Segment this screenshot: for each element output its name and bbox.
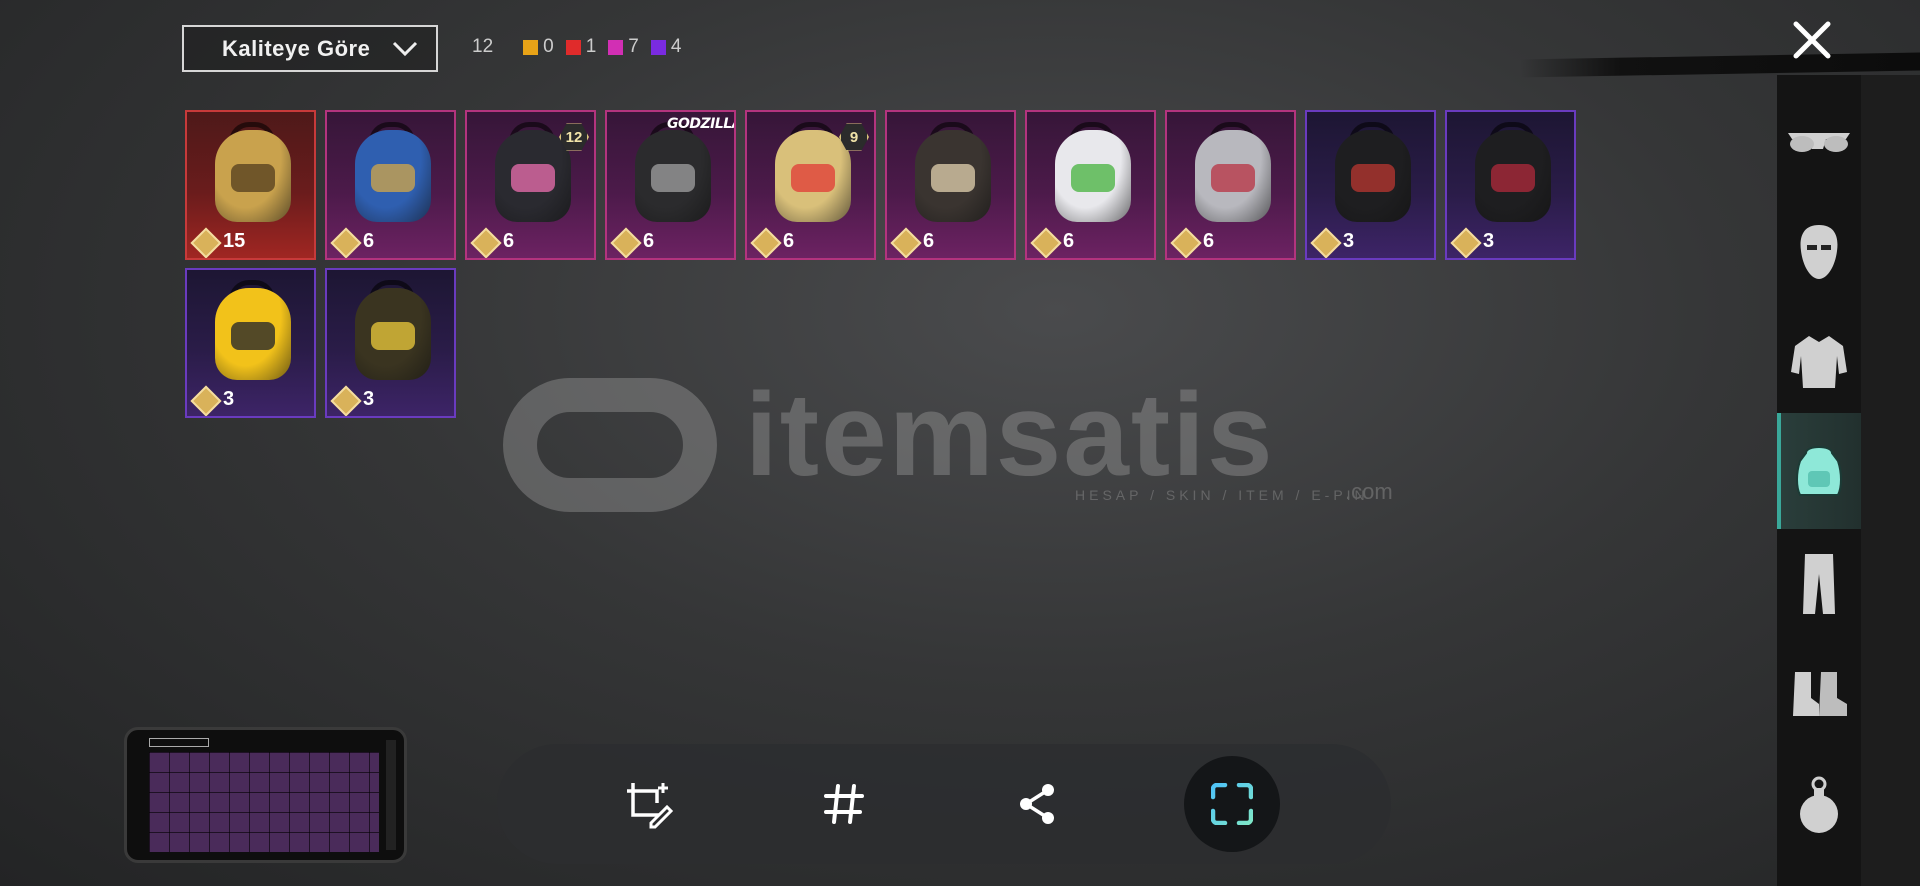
watermark-logo-icon: [503, 378, 717, 512]
thumb-grid: [149, 752, 379, 852]
close-button[interactable]: [1790, 18, 1834, 62]
item-quantity: 15: [223, 230, 246, 252]
hashtag-icon: [824, 784, 864, 824]
boots-icon: [1793, 672, 1847, 716]
total-count: 12: [472, 36, 494, 57]
backpack-detail: [791, 164, 835, 192]
item-quantity: 6: [783, 230, 795, 252]
coin-icon: [190, 227, 222, 258]
swatch-red: [565, 39, 581, 55]
share-button[interactable]: [993, 744, 1083, 864]
item-card[interactable]: 96: [745, 110, 876, 260]
coin-icon: [610, 227, 642, 258]
backpack-detail: [231, 322, 275, 350]
thumb-sidebar: [386, 740, 396, 850]
item-card[interactable]: 3: [1305, 110, 1436, 260]
sidebar-edge: [1861, 75, 1920, 886]
item-quantity: 3: [223, 388, 235, 410]
backpack-detail: [511, 164, 555, 192]
coin-icon: [890, 227, 922, 258]
watermark-tagline: HESAP / SKIN / ITEM / E-PIN: [1075, 487, 1369, 503]
coin-icon: [1030, 227, 1062, 258]
coin-icon: [330, 385, 362, 416]
item-card[interactable]: 15: [185, 110, 316, 260]
category-sidebar: [1777, 75, 1861, 886]
coin-icon: [1450, 227, 1482, 258]
hashtag-button[interactable]: [799, 744, 889, 864]
thumb-dropdown: [149, 738, 209, 747]
coin-icon: [1170, 227, 1202, 258]
count-orange: 0: [523, 36, 554, 58]
sort-dropdown[interactable]: Kaliteye Göre: [182, 25, 438, 72]
sort-label: Kaliteye Göre: [222, 35, 371, 61]
item-quantity: 6: [503, 230, 515, 252]
swatch-purple: [650, 39, 666, 55]
sidebar-item-jacket[interactable]: [1777, 307, 1861, 417]
item-quantity: 6: [643, 230, 655, 252]
backpack-icon: [1796, 446, 1842, 496]
sidebar-item-pants[interactable]: [1777, 529, 1861, 639]
mask-icon: [1800, 225, 1838, 279]
rarity-counts: 12 0 1 7 4: [472, 36, 693, 58]
backpack-detail: [371, 322, 415, 350]
crop-edit-button[interactable]: [603, 744, 693, 864]
count-red: 1: [565, 36, 596, 58]
item-quantity: 6: [1203, 230, 1215, 252]
chevron-down-icon: [392, 41, 418, 57]
sidebar-item-mask[interactable]: [1777, 197, 1861, 307]
coin-icon: [470, 227, 502, 258]
watermark: itemsatis HESAP / SKIN / ITEM / E-PIN .c…: [500, 369, 1430, 515]
coin-icon: [1310, 227, 1342, 258]
count-purple: 4: [650, 36, 681, 58]
backpack-detail: [1071, 164, 1115, 192]
item-card[interactable]: 6: [885, 110, 1016, 260]
screenshot-thumbnail[interactable]: [124, 727, 407, 863]
sidebar-item-glasses[interactable]: [1777, 87, 1861, 197]
watermark-word: itemsatis: [745, 369, 1275, 501]
item-quantity: 6: [923, 230, 935, 252]
count-pink: 7: [608, 36, 639, 58]
backpack-detail: [651, 164, 695, 192]
item-card[interactable]: 3: [185, 268, 316, 418]
backpack-detail: [371, 164, 415, 192]
item-quantity: 6: [1063, 230, 1075, 252]
backpack-detail: [1351, 164, 1395, 192]
share-icon: [1020, 784, 1054, 824]
glasses-icon: [1788, 133, 1850, 152]
backpack-detail: [1491, 164, 1535, 192]
coin-icon: [330, 227, 362, 258]
item-quantity: 3: [1483, 230, 1495, 252]
crop-edit-icon: [627, 783, 673, 829]
sidebar-item-grenade[interactable]: [1777, 749, 1861, 859]
grenade-icon: [1800, 776, 1838, 833]
jacket-icon: [1791, 336, 1847, 388]
backpack-detail: [931, 164, 975, 192]
close-icon: [1793, 21, 1831, 59]
sidebar-item-backpack[interactable]: [1777, 413, 1861, 529]
item-card[interactable]: 6: [1165, 110, 1296, 260]
capture-icon: [1211, 783, 1253, 825]
top-stripe: [1520, 52, 1920, 78]
item-card[interactable]: GODZILLA 6: [605, 110, 736, 260]
item-card[interactable]: 3: [325, 268, 456, 418]
backpack-detail: [1211, 164, 1255, 192]
coin-icon: [750, 227, 782, 258]
coin-icon: [190, 385, 222, 416]
watermark-domain: .com: [1345, 479, 1393, 504]
brand-label: GODZILLA: [667, 116, 736, 132]
item-card[interactable]: 3: [1445, 110, 1576, 260]
swatch-orange: [523, 39, 539, 55]
item-quantity: 3: [1343, 230, 1355, 252]
sidebar-item-boots[interactable]: [1777, 639, 1861, 749]
item-quantity: 3: [363, 388, 375, 410]
item-quantity: 6: [363, 230, 375, 252]
screenshot-toolbar: [497, 744, 1391, 864]
capture-button[interactable]: [1184, 756, 1280, 852]
item-card[interactable]: 6: [325, 110, 456, 260]
backpack-detail: [231, 164, 275, 192]
pants-icon: [1803, 554, 1835, 614]
item-card[interactable]: 12 6: [465, 110, 596, 260]
swatch-pink: [608, 39, 624, 55]
item-card[interactable]: 6: [1025, 110, 1156, 260]
